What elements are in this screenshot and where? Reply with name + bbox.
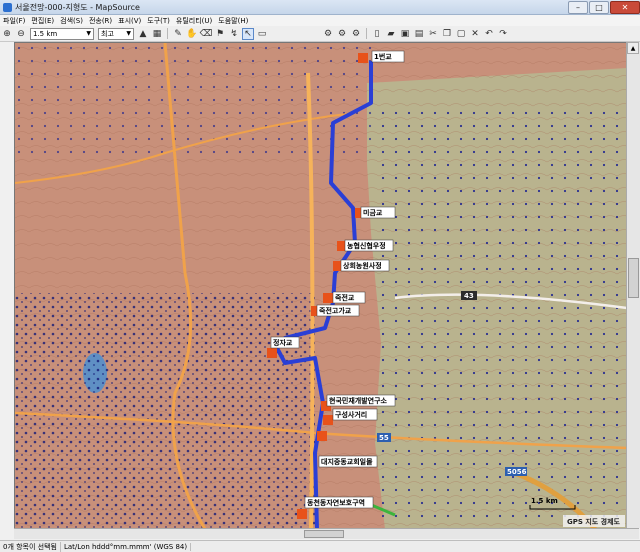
map-sets-icon[interactable]: ▦: [151, 28, 163, 40]
waypoint-label[interactable]: 미금교: [363, 208, 383, 217]
detail-select[interactable]: 최고 ▼: [98, 27, 134, 40]
coordinate-format: Lat/Lon hddd°mm.mmm' (WGS 84): [61, 542, 192, 551]
pencil-icon[interactable]: ✎: [172, 28, 184, 40]
menu-edit[interactable]: 편집(E): [28, 16, 57, 26]
toolbar: ⊕ ⊖ 1.5 km ▼ 최고 ▼ ▲ ▦ ✎ ✋ ⌫ ⚑ ↯ ↖ ▭ ⚙ ⚙ ⚙ …: [0, 26, 640, 42]
redo-icon[interactable]: ↷: [497, 28, 509, 40]
scale-select[interactable]: 1.5 km ▼: [30, 27, 94, 40]
flag-icon[interactable]: ⚑: [214, 28, 226, 40]
chevron-down-icon: ▼: [126, 30, 131, 37]
waypoint-label[interactable]: 죽전교: [335, 293, 355, 302]
scale-bar-label: 1.5 km: [531, 497, 558, 505]
waypoint-marker[interactable]: [358, 53, 368, 63]
open-folder-icon[interactable]: ▰: [385, 28, 397, 40]
waypoint-label[interactable]: 1번교: [374, 52, 392, 61]
detail-value: 최고: [101, 29, 114, 38]
building-dots-sw: [15, 293, 315, 529]
map-view[interactable]: 1번교 미금교 농협신협우정 상회농원사정 죽전교 죽전고가교 정자교 현국민재…: [14, 42, 628, 530]
copy-icon[interactable]: ❐: [441, 28, 453, 40]
vertical-scrollbar[interactable]: ▲: [626, 42, 640, 528]
selection-status: 0개 항목이 선택됨: [0, 541, 61, 552]
scroll-up-icon[interactable]: ▲: [627, 42, 639, 54]
map-credit: GPS 지도 경제도: [567, 517, 621, 526]
menu-tools[interactable]: 도구(T): [144, 16, 173, 26]
zoom-out-icon[interactable]: ⊖: [15, 28, 27, 40]
menu-file[interactable]: 파일(F): [0, 16, 28, 26]
waypoint-label[interactable]: 농협신협우정: [347, 241, 386, 250]
hand-pan-icon[interactable]: ✋: [186, 28, 198, 40]
waypoint-label[interactable]: 구성사거리: [335, 410, 367, 419]
receive-device-icon[interactable]: ⚙: [350, 28, 362, 40]
map-canvas[interactable]: 1번교 미금교 농협신협우정 상회농원사정 죽전교 죽전고가교 정자교 현국민재…: [15, 43, 627, 529]
status-bar: 0개 항목이 선택됨 Lat/Lon hddd°mm.mmm' (WGS 84): [0, 540, 640, 552]
save-icon[interactable]: ▣: [399, 28, 411, 40]
transfer-device-icon[interactable]: ⚙: [322, 28, 334, 40]
road-shield-label: 43: [464, 292, 474, 300]
vertical-scroll-thumb[interactable]: [628, 258, 639, 298]
scale-value: 1.5 km: [33, 29, 58, 38]
waypoint-label[interactable]: 대지중동교회일몰: [321, 457, 373, 466]
close-button[interactable]: ✕: [610, 1, 640, 14]
minimize-button[interactable]: –: [568, 1, 588, 14]
waypoint-marker[interactable]: [297, 509, 307, 519]
select-pointer-icon[interactable]: ↖: [242, 27, 254, 40]
eraser-icon[interactable]: ⌫: [200, 28, 213, 40]
menu-bar: 파일(F) 편집(E) 검색(S) 전송(R) 표시(V) 도구(T) 유틸리티…: [0, 15, 640, 26]
waypoint-marker[interactable]: [317, 431, 327, 441]
waypoint-label[interactable]: 동천동자연보호구역: [307, 498, 365, 507]
menu-view[interactable]: 표시(V): [115, 16, 144, 26]
print-icon[interactable]: ▤: [413, 28, 425, 40]
waypoint-marker[interactable]: [267, 348, 277, 358]
road-shield-label: 5056: [507, 468, 527, 476]
new-file-icon[interactable]: ▯: [371, 28, 383, 40]
maximize-button[interactable]: □: [589, 1, 609, 14]
waypoint-label[interactable]: 상회농원사정: [343, 261, 382, 270]
delete-icon[interactable]: ✕: [469, 28, 481, 40]
map-product-icon[interactable]: ▲: [137, 28, 149, 40]
cut-icon[interactable]: ✂: [427, 28, 439, 40]
waypoint-label[interactable]: 정자교: [273, 338, 293, 347]
route-tool-icon[interactable]: ↯: [228, 28, 240, 40]
waypoint-label[interactable]: 죽전고가교: [319, 306, 352, 315]
waypoint-marker[interactable]: [323, 293, 333, 303]
horizontal-scrollbar[interactable]: [14, 528, 639, 539]
toolbar-separator: [167, 28, 168, 39]
menu-utilities[interactable]: 유틸리티(U): [173, 16, 215, 26]
building-dots-east: [375, 103, 627, 529]
zoom-in-icon[interactable]: ⊕: [1, 28, 13, 40]
undo-icon[interactable]: ↶: [483, 28, 495, 40]
menu-help[interactable]: 도움말(H): [215, 16, 251, 26]
window-title: 서울전망-000-지형도 - MapSource: [15, 2, 140, 12]
send-device-icon[interactable]: ⚙: [336, 28, 348, 40]
title-bar: 서울전망-000-지형도 - MapSource – □ ✕: [0, 0, 640, 15]
horizontal-scroll-thumb[interactable]: [304, 530, 344, 538]
toolbar-separator: [366, 28, 367, 39]
paste-icon[interactable]: ▢: [455, 28, 467, 40]
menu-find[interactable]: 검색(S): [57, 16, 86, 26]
ruler-icon[interactable]: ▭: [256, 28, 268, 40]
waypoint-label[interactable]: 현국민재개발연구소: [329, 396, 388, 405]
chevron-down-icon: ▼: [86, 30, 91, 37]
window-controls: – □ ✕: [567, 1, 640, 14]
menu-transfer[interactable]: 전송(R): [86, 16, 115, 26]
app-icon: [3, 2, 12, 12]
waypoint-marker[interactable]: [323, 415, 333, 425]
road-shield-label: 55: [379, 434, 389, 442]
